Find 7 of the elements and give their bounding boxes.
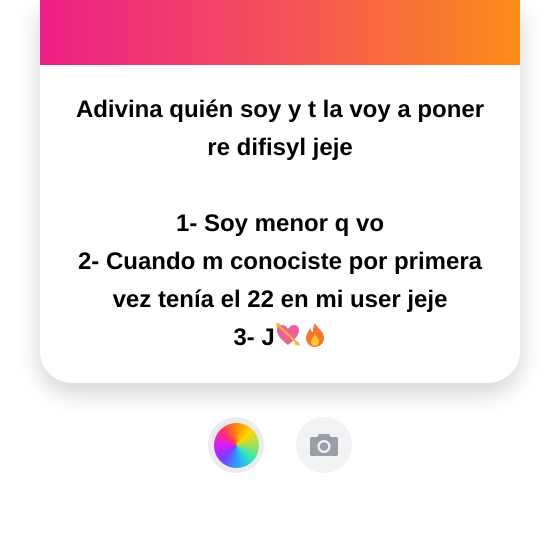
- clue-text: 2- Cuando m conociste por primera vez tenía el 22 en mi user jeje: [76, 247, 484, 315]
- question-text: Adivina quién soy y t la voy a poner re difisyl jeje: [74, 95, 486, 163]
- color-wheel-icon: [214, 422, 258, 468]
- heart-arrow-icon: [274, 322, 301, 348]
- clue-text: 1- Soy menor q vo: [176, 209, 384, 239]
- clue-text: 3- J: [233, 319, 327, 357]
- camera-icon: [309, 432, 339, 458]
